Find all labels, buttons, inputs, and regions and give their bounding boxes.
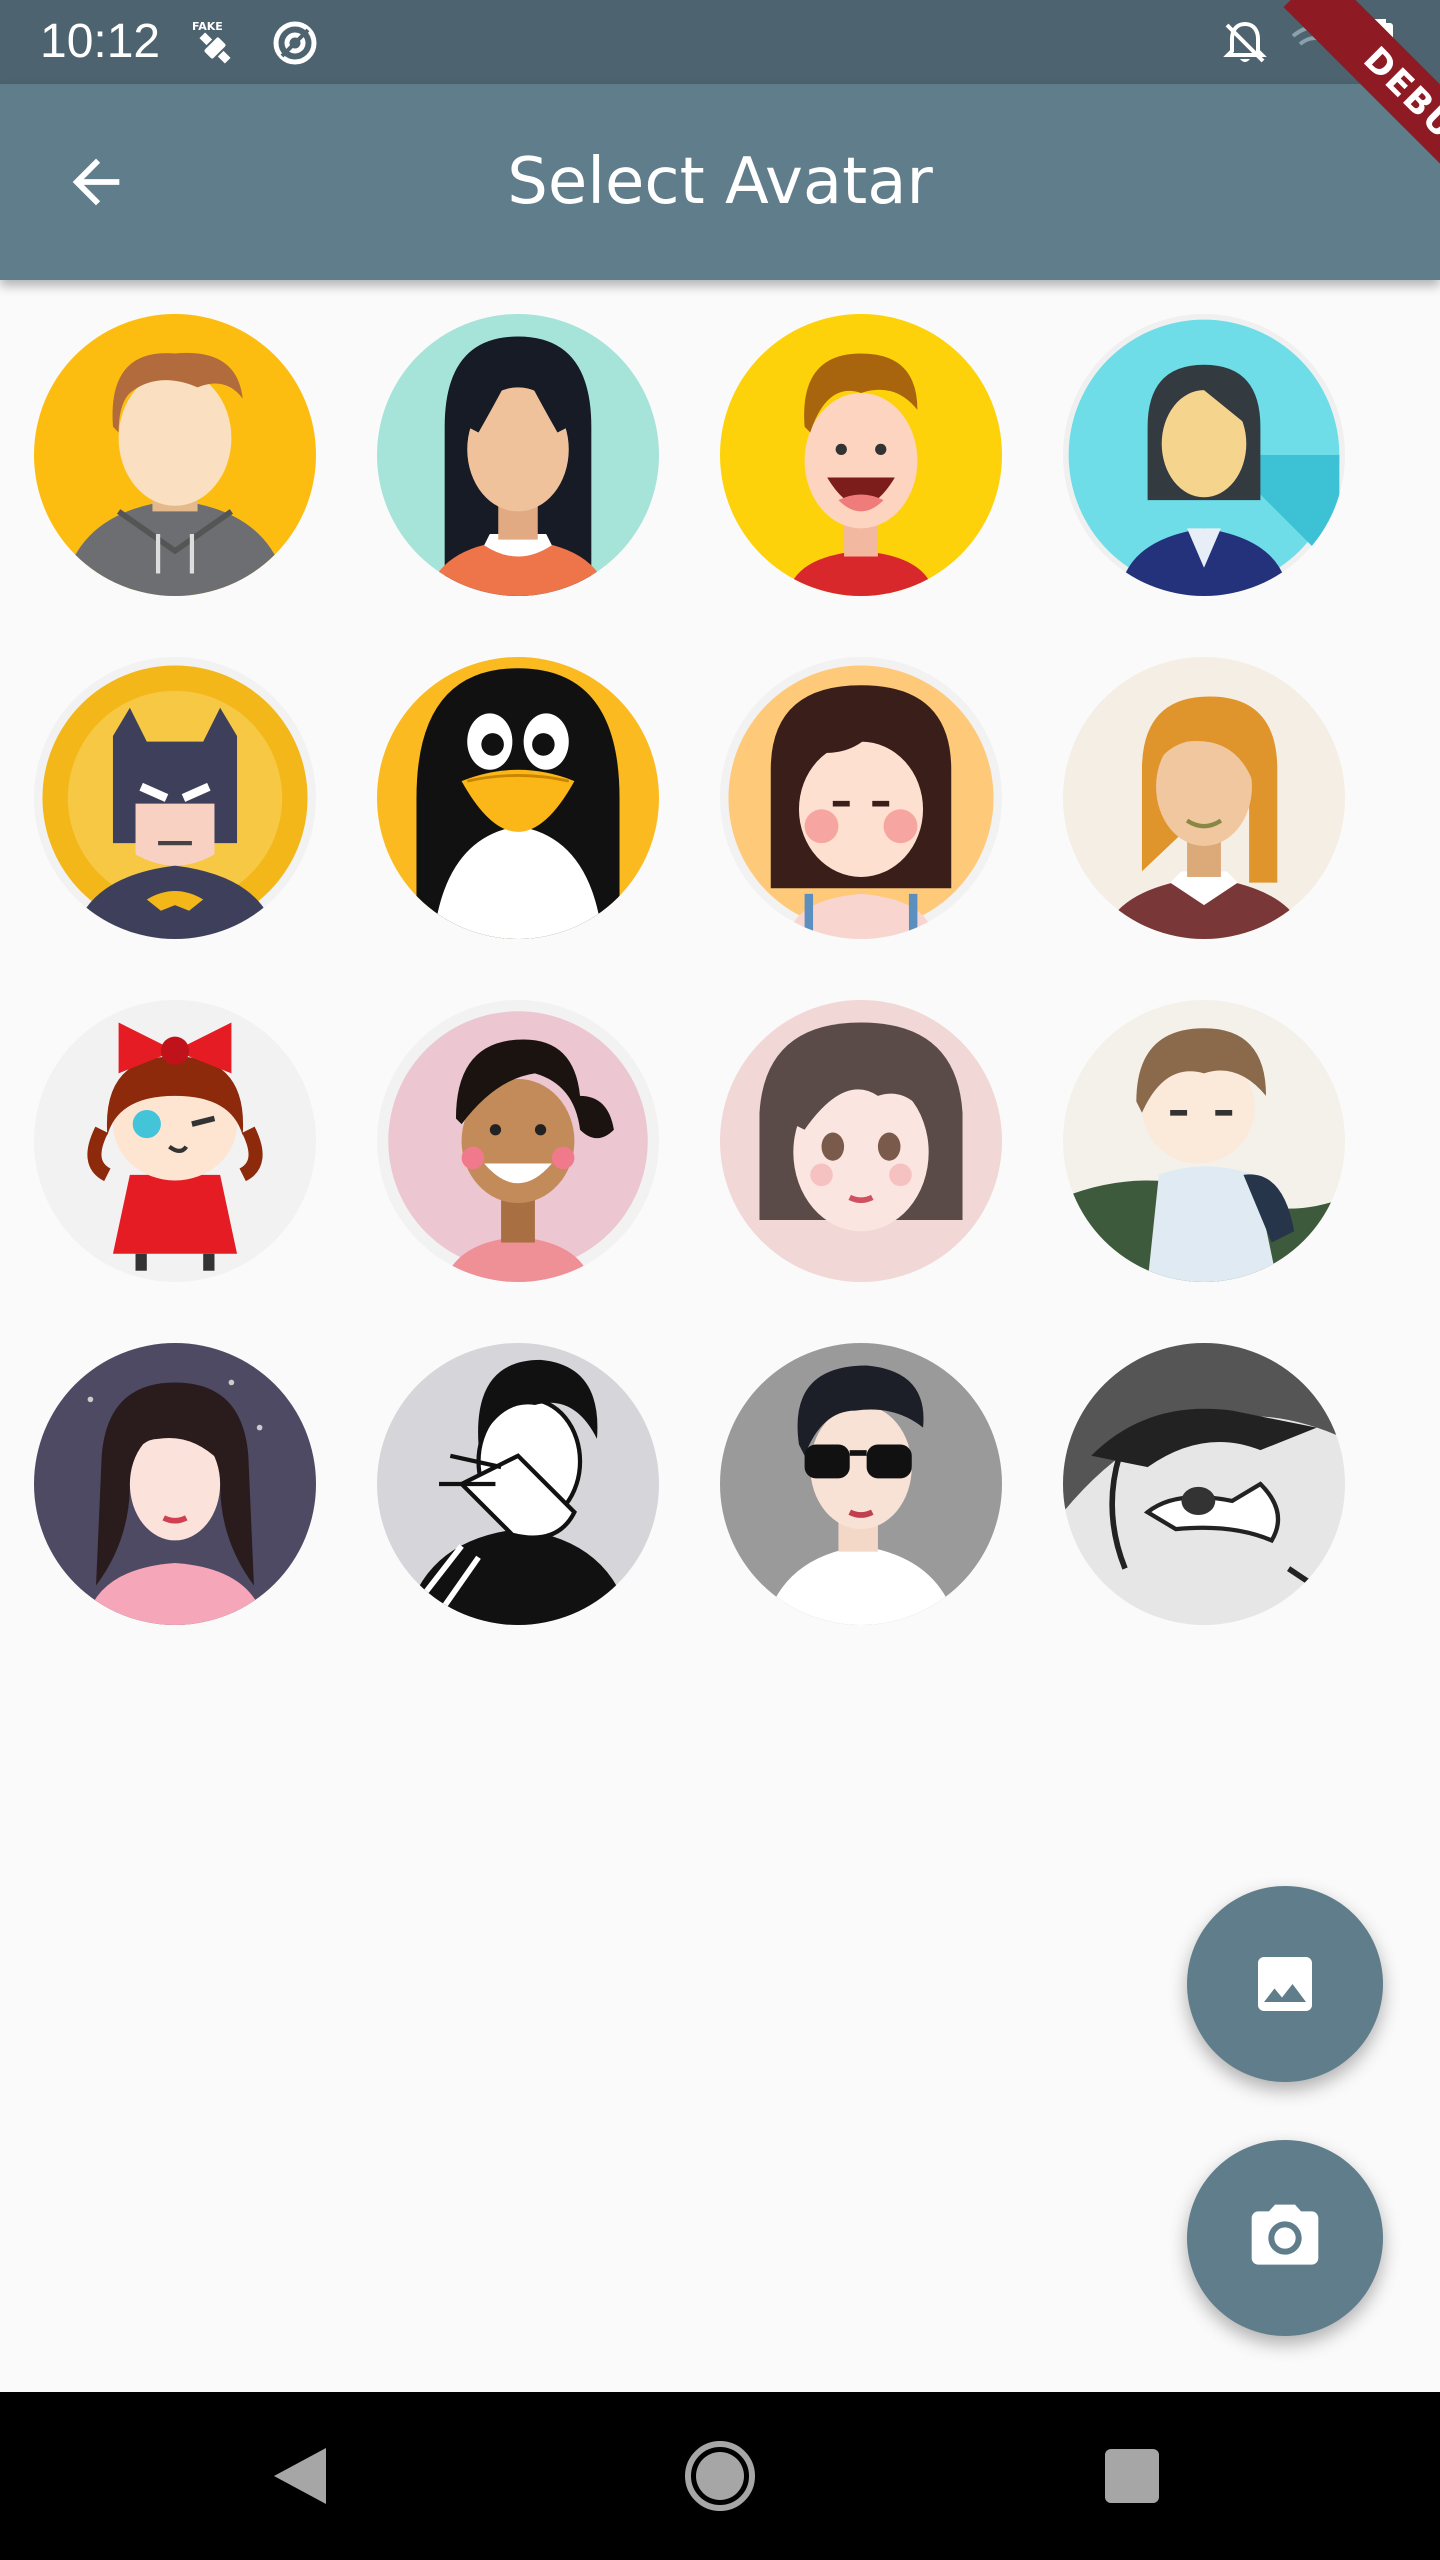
home-circle-icon <box>685 2441 755 2511</box>
nav-home-button[interactable] <box>678 2434 762 2518</box>
avatar-peace-sign-boy[interactable] <box>377 1343 659 1625</box>
avatar-long-hair-girl[interactable] <box>34 1343 316 1625</box>
recents-square-icon <box>1105 2449 1159 2503</box>
camera-icon <box>1251 2204 1319 2265</box>
avatar-grid <box>0 280 1440 1680</box>
svg-text:FAKE: FAKE <box>192 20 223 33</box>
avatar-bow-girl[interactable] <box>34 1000 316 1282</box>
image-icon <box>1258 1957 1312 2011</box>
data-saver-icon <box>273 21 317 65</box>
fake-gps-icon: FAKE <box>192 20 231 64</box>
avatar-black-hair-woman[interactable] <box>377 314 659 596</box>
nav-back-button[interactable] <box>258 2434 342 2518</box>
status-time: 10:12 <box>40 15 161 68</box>
status-bar: 10:12 FAKE <box>0 0 1440 84</box>
avatar-anime-boy[interactable] <box>1063 1000 1345 1282</box>
nav-recents-button[interactable] <box>1090 2434 1174 2518</box>
avatar-anime-girl[interactable] <box>720 1000 1002 1282</box>
app-bar: Select Avatar <box>0 84 1440 280</box>
avatar-blonde-woman[interactable] <box>1063 657 1345 939</box>
page-title: Select Avatar <box>507 145 933 219</box>
avatar-penguin[interactable] <box>377 657 659 939</box>
avatar-sunglasses-boy[interactable] <box>720 1343 1002 1625</box>
gallery-button[interactable] <box>1187 1886 1383 2082</box>
back-triangle-icon <box>274 2448 326 2504</box>
navigation-bar <box>0 2392 1440 2560</box>
avatar-business-woman[interactable] <box>1063 314 1345 596</box>
avatar-manga-man[interactable] <box>1063 1343 1345 1625</box>
avatar-hoodie-man[interactable] <box>34 314 316 596</box>
avatar-batman[interactable] <box>34 657 316 939</box>
avatar-bangs-girl[interactable] <box>720 657 1002 939</box>
avatar-smiling-girl[interactable] <box>377 1000 659 1282</box>
avatar-laughing-boy[interactable] <box>720 314 1002 596</box>
notifications-off-icon <box>1223 21 1267 63</box>
camera-button[interactable] <box>1187 2140 1383 2336</box>
